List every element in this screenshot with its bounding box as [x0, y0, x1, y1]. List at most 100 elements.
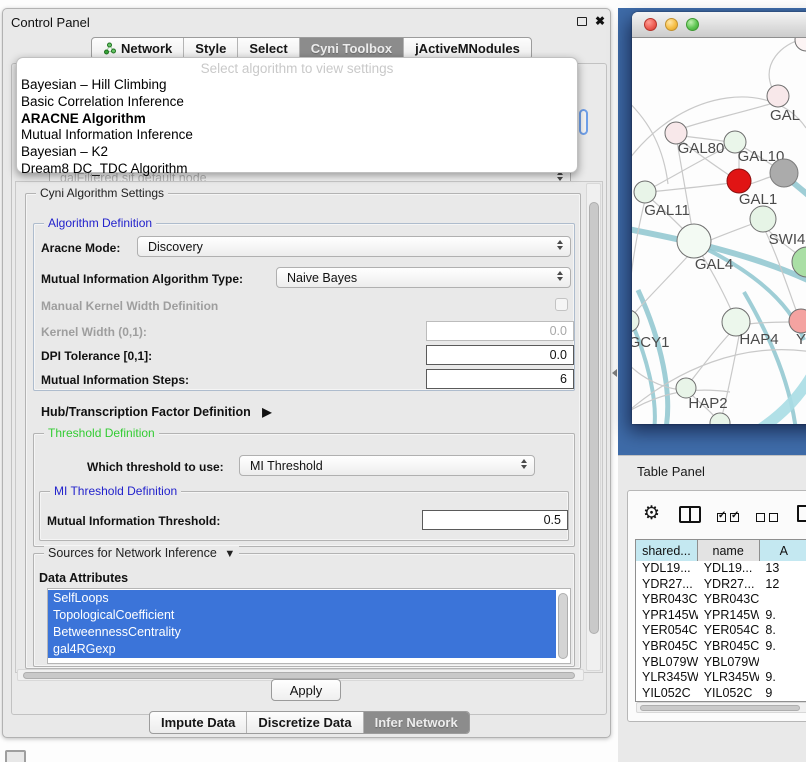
- table-row[interactable]: YLR345WYLR345W9.: [636, 670, 806, 686]
- column-header[interactable]: A: [760, 540, 806, 561]
- network-node[interactable]: [770, 159, 798, 187]
- column-layout-icon[interactable]: [679, 506, 701, 523]
- node-label: Y: [796, 331, 806, 348]
- deselect-all-icon[interactable]: [756, 509, 782, 527]
- table-cell: YLR345W: [636, 670, 698, 686]
- tab-infer-network[interactable]: Infer Network: [364, 712, 469, 733]
- network-edge: [756, 368, 806, 424]
- table-row[interactable]: YIL052CYIL052C9: [636, 686, 806, 702]
- traffic-light-close-icon[interactable]: [644, 18, 657, 31]
- algorithm-option[interactable]: Dream8 DC_TDC Algorithm: [17, 161, 577, 178]
- algorithm-option[interactable]: Bayesian – K2: [17, 144, 577, 161]
- column-header[interactable]: shared...: [636, 540, 698, 561]
- mi-algorithm-type-select[interactable]: Naive Bayes: [276, 267, 571, 288]
- mi-threshold-value: 0.5: [544, 513, 561, 527]
- table-row[interactable]: YBR043CYBR043C: [636, 592, 806, 608]
- network-node[interactable]: [634, 181, 656, 203]
- tab-jactivemnodules[interactable]: jActiveMNodules: [404, 38, 531, 59]
- network-node[interactable]: [767, 85, 789, 107]
- tab-network[interactable]: Network: [92, 38, 184, 59]
- data-attribute-item[interactable]: SelfLoops: [48, 590, 556, 607]
- network-node[interactable]: [727, 169, 751, 193]
- table-row[interactable]: YDL19...YDL19...13: [636, 561, 806, 577]
- dpi-tolerance-field[interactable]: 0.0: [426, 345, 574, 365]
- algorithm-option[interactable]: Bayesian – Hill Climbing: [17, 77, 577, 94]
- settings-horizontal-scrollbar-thumb[interactable]: [23, 672, 575, 679]
- node-label: GCY1: [632, 334, 669, 351]
- table-cell: 9.: [759, 608, 806, 624]
- collapse-arrow-icon: ▼: [224, 548, 235, 560]
- table-cell: YBR045C: [636, 639, 698, 655]
- manual-kernel-width-label: Manual Kernel Width Definition: [41, 299, 218, 313]
- network-node[interactable]: [795, 38, 806, 51]
- algorithm-option[interactable]: ARACNE Algorithm: [17, 111, 577, 128]
- algorithm-definition-title: Algorithm Definition: [44, 216, 156, 230]
- aracne-mode-select[interactable]: Discovery: [137, 236, 571, 257]
- attribute-list-scrollbar[interactable]: [558, 593, 568, 659]
- network-node[interactable]: [789, 309, 806, 333]
- threshold-definition-title: Threshold Definition: [44, 426, 159, 440]
- traffic-light-zoom-icon[interactable]: [686, 18, 699, 31]
- network-window-titlebar[interactable]: [632, 12, 806, 38]
- mi-threshold-group-title: MI Threshold Definition: [50, 484, 181, 498]
- network-node[interactable]: [677, 224, 711, 258]
- tab-label: Select: [249, 41, 287, 56]
- tab-label: Network: [121, 41, 172, 56]
- network-canvas[interactable]: GALGAL80GAL10GAL1GAL11SWI4GAL4GCY1HAP4YH…: [632, 38, 806, 424]
- algorithm-option[interactable]: Basic Correlation Inference: [17, 94, 577, 111]
- tab-style[interactable]: Style: [184, 38, 238, 59]
- select-all-icon[interactable]: [717, 509, 743, 527]
- float-window-icon[interactable]: [577, 17, 587, 26]
- apply-button-label: Apply: [290, 683, 323, 698]
- table-row[interactable]: YDR27...YDR27...12: [636, 577, 806, 593]
- tab-select[interactable]: Select: [238, 38, 299, 59]
- table-row[interactable]: YER054CYER054C8.: [636, 623, 806, 639]
- settings-vertical-scrollbar-thumb[interactable]: [589, 202, 599, 634]
- traffic-light-minimize-icon[interactable]: [665, 18, 678, 31]
- table-cell: YIL052C: [698, 686, 760, 702]
- application-window: Control Panel ✖ NetworkStyleSelectCyni T…: [0, 0, 806, 762]
- mini-panel-button[interactable]: [5, 750, 26, 762]
- network-node[interactable]: [632, 310, 639, 332]
- kernel-width-field[interactable]: 0.0: [426, 321, 574, 341]
- data-attribute-item[interactable]: TopologicalCoefficient: [48, 607, 556, 624]
- table-cell: YDR27...: [636, 577, 698, 593]
- network-edge: [684, 104, 770, 128]
- data-attribute-item[interactable]: gal4RGexp: [48, 641, 556, 658]
- tab-impute-data[interactable]: Impute Data: [150, 712, 247, 733]
- gear-icon[interactable]: ⚙: [643, 504, 660, 523]
- table-row[interactable]: YBR045CYBR045C9.: [636, 639, 806, 655]
- table-cell: YBR043C: [636, 592, 698, 608]
- mi-steps-label: Mutual Information Steps:: [41, 373, 189, 387]
- close-icon[interactable]: ✖: [595, 16, 605, 26]
- network-node[interactable]: [750, 206, 776, 232]
- mi-threshold-field[interactable]: 0.5: [422, 510, 568, 530]
- algorithm-dropdown-placeholder: Select algorithm to view settings: [17, 58, 577, 77]
- table-horizontal-scrollbar[interactable]: [636, 702, 806, 713]
- table-cell: YDL19...: [636, 561, 698, 577]
- hub-definition-toggle[interactable]: Hub/Transcription Factor Definition ▶: [41, 405, 271, 419]
- tab-label: jActiveMNodules: [415, 41, 520, 56]
- settings-vertical-scrollbar[interactable]: [586, 183, 601, 671]
- column-header[interactable]: name: [698, 540, 760, 561]
- splitter-grip[interactable]: [612, 369, 617, 377]
- table-horizontal-scrollbar-thumb[interactable]: [640, 705, 800, 711]
- apply-button[interactable]: Apply: [271, 679, 341, 701]
- table-cell: YIL052C: [636, 686, 698, 702]
- mi-steps-field[interactable]: 6: [426, 369, 574, 389]
- which-threshold-value: MI Threshold: [250, 459, 323, 473]
- expand-arrow-icon: ▶: [262, 405, 271, 419]
- manual-kernel-width-checkbox[interactable]: [555, 298, 568, 311]
- tab-discretize-data[interactable]: Discretize Data: [247, 712, 363, 733]
- table-row[interactable]: YBL079WYBL079W: [636, 655, 806, 671]
- tab-cyni-toolbox[interactable]: Cyni Toolbox: [300, 38, 404, 59]
- node-label: HAP2: [688, 395, 727, 412]
- data-attributes-list: SelfLoopsTopologicalCoefficientBetweenne…: [47, 588, 571, 664]
- sources-group-toggle[interactable]: Sources for Network Inference ▼: [44, 546, 239, 560]
- document-icon[interactable]: [797, 505, 806, 522]
- table-row[interactable]: YPR145WYPR145W9.: [636, 608, 806, 624]
- combo-stepper-icon: [557, 271, 563, 281]
- algorithm-option[interactable]: Mutual Information Inference: [17, 127, 577, 144]
- data-attribute-item[interactable]: BetweennessCentrality: [48, 624, 556, 641]
- which-threshold-select[interactable]: MI Threshold: [239, 455, 535, 476]
